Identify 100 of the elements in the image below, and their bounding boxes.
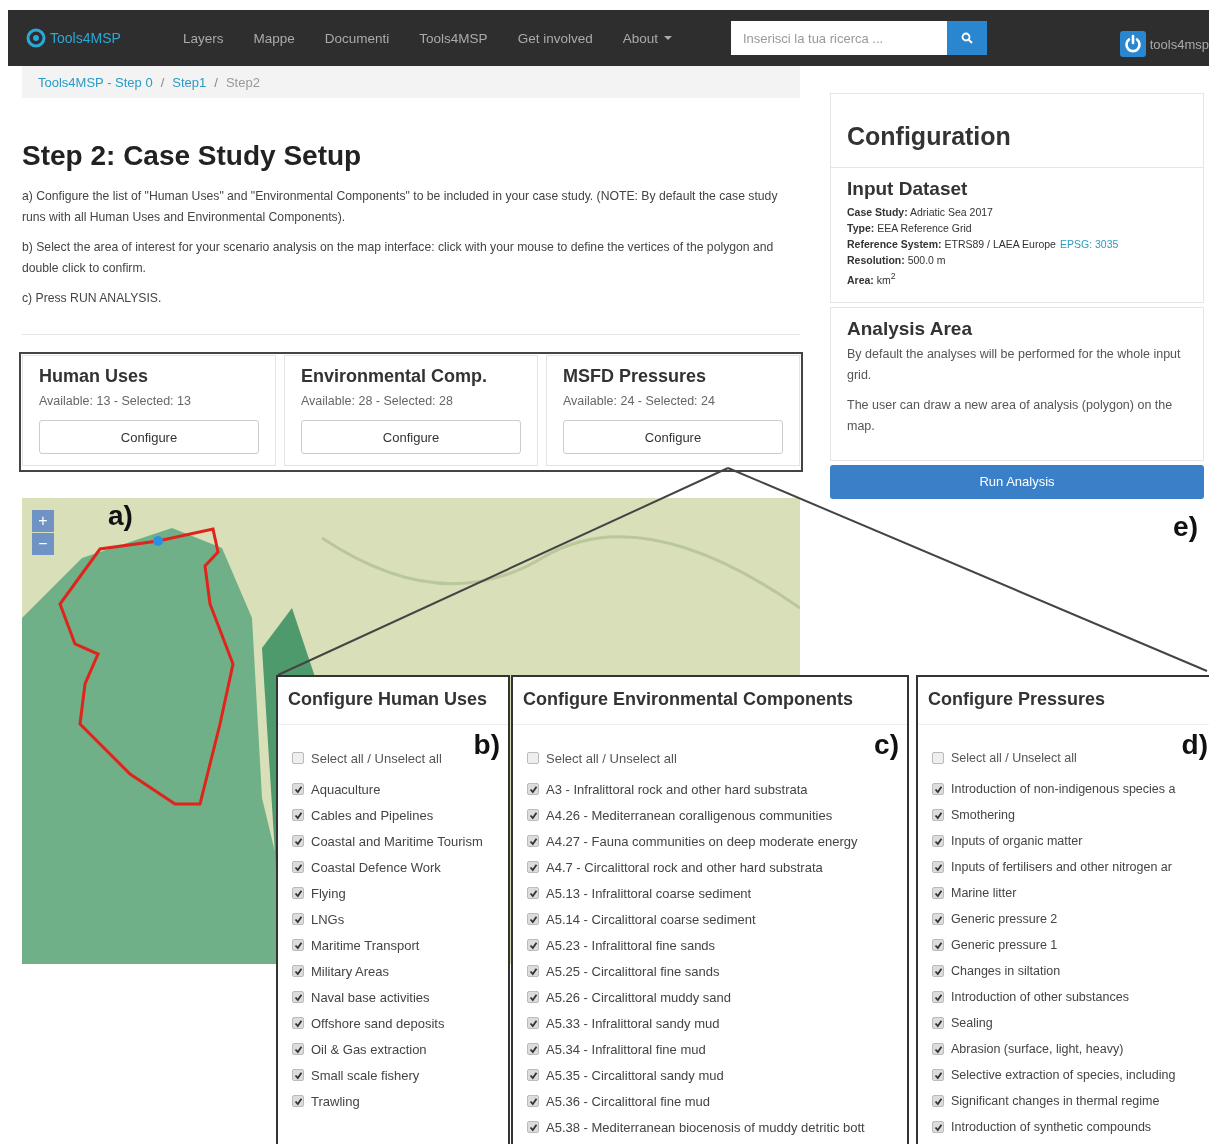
section-title: Input Dataset — [847, 178, 969, 200]
checkbox[interactable] — [932, 861, 944, 873]
epsg-link[interactable]: EPSG: 3035 — [1059, 236, 1119, 252]
checkbox-label: Trawling — [311, 1093, 360, 1109]
checkbox[interactable] — [292, 1043, 304, 1055]
checkbox[interactable] — [527, 752, 539, 764]
checkbox[interactable] — [292, 783, 304, 795]
checkbox[interactable] — [932, 965, 944, 977]
checkbox[interactable] — [527, 887, 539, 899]
checkbox-label: A4.7 - Circalittoral rock and other hard substrata — [546, 859, 823, 875]
checkbox[interactable] — [932, 1043, 944, 1055]
user-link[interactable]: tools4msp — [1149, 36, 1209, 52]
checkbox[interactable] — [527, 1121, 539, 1133]
checkbox-label: A3 - Infralittoral rock and other hard substrata — [546, 781, 808, 797]
checkbox-label: Introduction of other substances — [951, 990, 1129, 1004]
figure-label: d) — [1181, 729, 1208, 761]
checkbox[interactable] — [932, 913, 944, 925]
power-icon — [1119, 31, 1146, 57]
page-title: Step 2: Case Study Setup — [22, 140, 363, 172]
brand-link[interactable]: Tools4MSP — [50, 30, 121, 46]
checkbox[interactable] — [527, 991, 539, 1003]
checkbox[interactable] — [527, 1095, 539, 1107]
checkbox[interactable] — [527, 965, 539, 977]
breadcrumb-separator: / — [160, 74, 165, 90]
checkbox[interactable] — [932, 1121, 944, 1133]
checkbox-label: Oil & Gas extraction — [311, 1041, 427, 1057]
logo-icon — [26, 28, 46, 48]
checkbox-label: A5.34 - Infralittoral fine mud — [546, 1041, 706, 1057]
configure-button[interactable]: Configure — [563, 420, 783, 454]
checkbox-label: Offshore sand deposits — [311, 1015, 445, 1031]
checkbox[interactable] — [292, 887, 304, 899]
run-analysis-button[interactable]: Run Analysis — [830, 464, 1204, 499]
nav-link[interactable]: Mappe — [253, 30, 295, 46]
checkbox-label: Smothering — [951, 808, 1015, 822]
checkbox[interactable] — [292, 1095, 304, 1107]
checkbox[interactable] — [292, 1069, 304, 1081]
checkbox[interactable] — [292, 835, 304, 847]
checkbox-label: A5.26 - Circalittoral muddy sand — [546, 989, 731, 1005]
card-title: Human Uses — [39, 366, 150, 387]
checkbox-label: Naval base activities — [311, 989, 430, 1005]
area-text: By default the analyses will be performed for the whole input grid. — [847, 345, 1182, 384]
nav-link[interactable]: About — [622, 30, 672, 46]
checkbox-label: Coastal and Maritime Tourism — [311, 833, 483, 849]
checkbox[interactable] — [292, 991, 304, 1003]
checkbox[interactable] — [527, 913, 539, 925]
checkbox-label: Marine litter — [951, 886, 1017, 900]
checkbox[interactable] — [527, 1017, 539, 1029]
nav-link[interactable]: Tools4MSP — [419, 30, 488, 46]
checkbox[interactable] — [292, 752, 304, 764]
checkbox[interactable] — [527, 783, 539, 795]
checkbox[interactable] — [932, 1017, 944, 1029]
checkbox[interactable] — [932, 1069, 944, 1081]
checkbox-label: Select all / Unselect all — [951, 751, 1077, 765]
checkbox-label: A5.14 - Circalittoral coarse sediment — [546, 911, 756, 927]
checkbox[interactable] — [527, 1043, 539, 1055]
figure-label: e) — [1173, 511, 1198, 543]
checkbox[interactable] — [527, 835, 539, 847]
nav-link[interactable]: Get involved — [517, 30, 593, 46]
checkbox[interactable] — [527, 939, 539, 951]
checkbox-label: Small scale fishery — [311, 1067, 420, 1083]
search-button[interactable] — [947, 21, 987, 55]
zoom-in-button[interactable]: + — [32, 510, 54, 532]
checkbox-label: Inputs of fertilisers and other nitrogen ar — [951, 860, 1172, 874]
search-icon — [961, 32, 973, 44]
search-field[interactable]: Inserisci la tua ricerca ... — [731, 21, 947, 55]
checkbox[interactable] — [932, 939, 944, 951]
checkbox-label: A5.25 - Circalittoral fine sands — [546, 963, 720, 979]
checkbox-label: A5.36 - Circalittoral fine mud — [546, 1093, 710, 1109]
checkbox-label: A5.35 - Circalittoral sandy mud — [546, 1067, 724, 1083]
zoom-out-button[interactable]: − — [32, 533, 54, 555]
section-title: Analysis Area — [847, 317, 973, 340]
breadcrumb-item: Step2 — [225, 74, 260, 90]
card-title: MSFD Pressures — [563, 366, 708, 387]
checkbox-label: A5.33 - Infralittoral sandy mud — [546, 1015, 720, 1031]
configure-button[interactable]: Configure — [301, 420, 521, 454]
dataset-field: Resolution: 500.0 m — [847, 252, 946, 268]
checkbox[interactable] — [292, 809, 304, 821]
checkbox[interactable] — [292, 1017, 304, 1029]
checkbox[interactable] — [932, 752, 944, 764]
checkbox[interactable] — [932, 783, 944, 795]
checkbox[interactable] — [932, 835, 944, 847]
checkbox[interactable] — [292, 965, 304, 977]
checkbox-label: Introduction of synthetic compounds — [951, 1120, 1152, 1134]
panel-title: Configuration — [831, 94, 1203, 168]
checkbox[interactable] — [292, 913, 304, 925]
checkbox[interactable] — [932, 1095, 944, 1107]
checkbox[interactable] — [527, 861, 539, 873]
checkbox[interactable] — [527, 809, 539, 821]
checkbox[interactable] — [527, 1069, 539, 1081]
configure-button[interactable]: Configure — [39, 420, 259, 454]
checkbox-label: Aquaculture — [311, 781, 381, 797]
card-title: Environmental Comp. — [301, 366, 489, 387]
nav-link[interactable]: Documenti — [324, 30, 390, 46]
checkbox-label: A5.38 - Mediterranean biocenosis of muddy detritic bott — [546, 1119, 865, 1135]
nav-link[interactable]: Layers — [183, 30, 224, 46]
checkbox[interactable] — [932, 809, 944, 821]
checkbox[interactable] — [932, 887, 944, 899]
checkbox[interactable] — [292, 861, 304, 873]
checkbox[interactable] — [932, 991, 944, 1003]
checkbox[interactable] — [292, 939, 304, 951]
